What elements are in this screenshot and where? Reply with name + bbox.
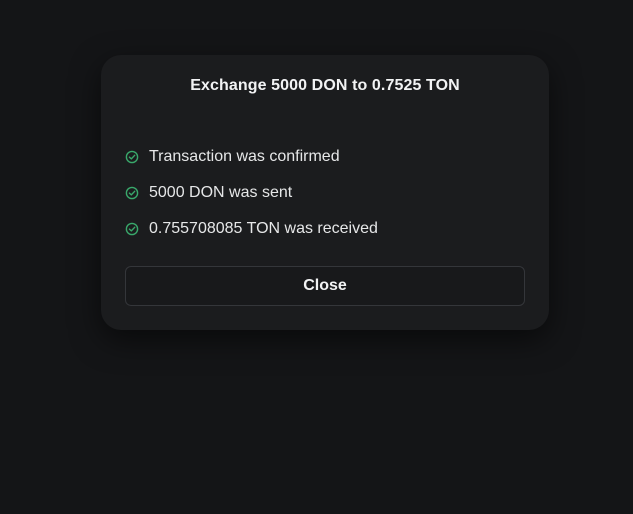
status-item-received: 0.755708085 TON was received xyxy=(125,211,378,247)
check-circle-icon xyxy=(125,186,139,200)
status-item-confirmed: Transaction was confirmed xyxy=(125,139,378,175)
status-text: 0.755708085 TON was received xyxy=(149,220,378,237)
check-circle-icon xyxy=(125,222,139,236)
app-background: { "modal": { "title": "Exchange 5000 DON… xyxy=(0,0,633,514)
close-button[interactable]: Close xyxy=(125,266,525,306)
status-item-sent: 5000 DON was sent xyxy=(125,175,378,211)
status-text: Transaction was confirmed xyxy=(149,148,340,165)
exchange-result-modal: Exchange 5000 DON to 0.7525 TON Transact… xyxy=(101,55,549,330)
check-circle-icon xyxy=(125,150,139,164)
status-list: Transaction was confirmed 5000 DON was s… xyxy=(125,139,378,247)
status-text: 5000 DON was sent xyxy=(149,184,293,201)
modal-title: Exchange 5000 DON to 0.7525 TON xyxy=(190,77,460,94)
